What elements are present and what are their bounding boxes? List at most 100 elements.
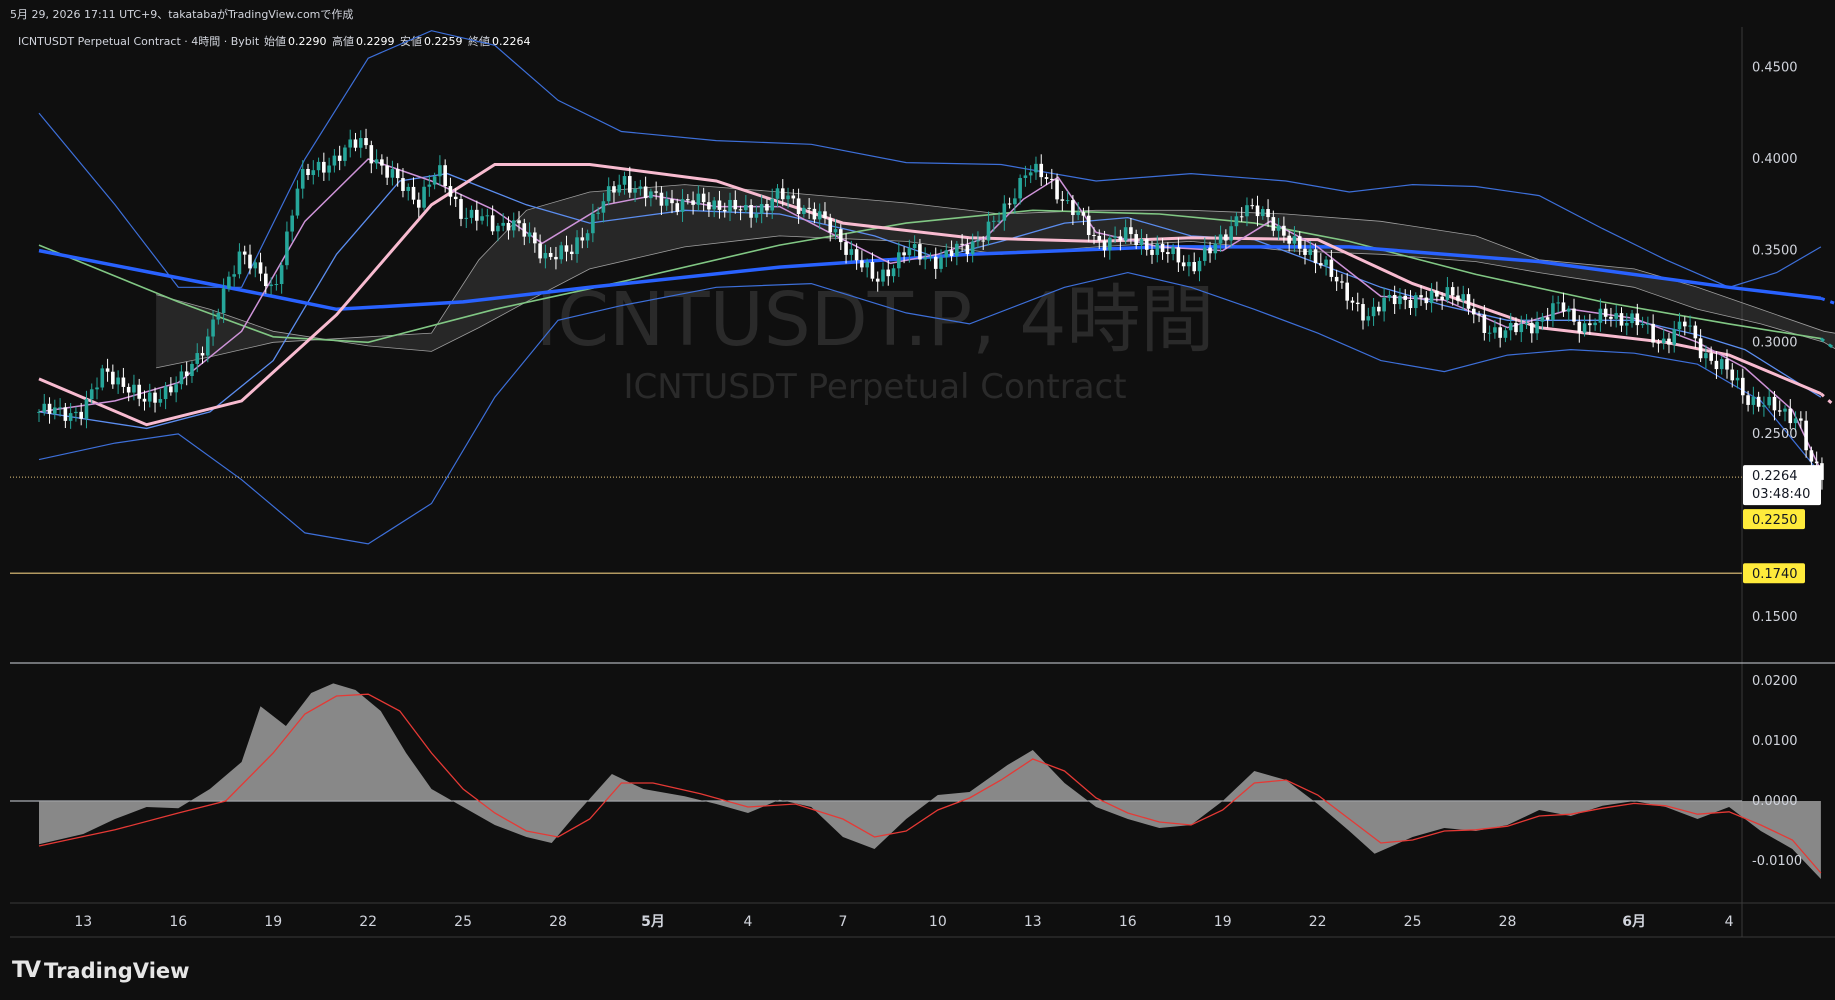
candle-body [1255,205,1260,217]
candle-body [1403,295,1408,300]
candle-body [1192,262,1197,272]
candle-body [385,165,389,178]
candle-body [543,252,548,259]
candle-body [453,196,458,200]
candle-body [353,139,358,148]
candle-body [274,284,279,286]
price-tick-label: 0.4000 [1752,152,1798,167]
candle-body [1382,297,1386,312]
candle-body [1487,332,1492,334]
candle-body [1524,322,1529,325]
candle-body [1092,235,1096,237]
candle-body [1572,308,1576,322]
countdown-timer: 03:48:40 [1752,487,1810,502]
candle-body [163,386,168,400]
time-tick-label: 22 [359,914,377,930]
candle-body [1746,395,1750,405]
candle-body [1234,216,1239,227]
candle-body [1345,282,1349,301]
candle-body [1582,323,1587,333]
candle-body [522,223,527,237]
candle-body [1297,236,1302,249]
candle-body [1002,203,1007,221]
candle-body [1561,302,1566,312]
candle-body [944,250,949,258]
candle-body [1324,259,1328,266]
candle-body [158,399,163,403]
candle-body [227,276,231,289]
chart-canvas[interactable]: ICNTUSDT.P, 4時間 ICNTUSDT Perpetual Contr… [0,0,1835,1000]
candle-body [84,399,89,419]
candle-body [775,188,780,199]
candle-body [981,240,986,242]
candle-body [1007,203,1012,205]
candle-body [1065,200,1070,202]
candle-body [1646,323,1650,325]
candle-body [1413,295,1418,309]
candle-body [759,204,764,214]
candle-body [1588,323,1592,326]
candle-body [1640,323,1645,326]
price-axis[interactable]: 0.4500 0.4000 0.3500 0.3000 0.2500 0.1500 0.22… [1743,60,1821,625]
candle-body [633,188,637,193]
candle-body [627,176,632,193]
candle-body [1535,321,1539,334]
candle-body [427,184,432,187]
candle-body [1018,177,1022,199]
candle-body [332,155,337,166]
candle-body [707,202,711,210]
candle-body [1313,249,1318,264]
candle-body [1661,338,1666,344]
candle-body [1566,308,1571,312]
candle-body [1809,450,1814,462]
candle-body [1741,377,1745,396]
candle-body [337,155,342,161]
time-tick-label: 28 [549,914,567,930]
candle-body [1329,259,1334,277]
candle-body [891,268,896,277]
candle-body [965,244,970,255]
candle-body [976,240,980,242]
time-tick-label: 25 [1404,914,1422,930]
candle-body [675,203,680,212]
time-tick-label: 10 [929,914,947,930]
candle-body [722,209,727,212]
candle-body [1134,234,1138,246]
candle-body [1076,212,1080,216]
candle-body [1751,396,1756,405]
candle [1788,399,1793,430]
candle-body [1013,198,1017,205]
candle-body [1672,329,1677,345]
candle-body [358,138,363,148]
candle-body [738,209,743,211]
candle-body [617,184,622,193]
candle-body [1144,239,1149,250]
candle-body [348,139,353,148]
candle-body [1698,338,1703,359]
candle-body [1060,199,1065,201]
candle-body [907,248,912,256]
candle-body [179,371,184,385]
candle [1783,405,1787,422]
ma-pink-projection [1819,392,1835,409]
candle-body [717,200,722,210]
candle-body [1503,330,1508,338]
candle-body [844,242,848,255]
ohlc-label-1: 高値 [332,34,354,48]
tradingview-logo[interactable]: 𝗧𝗩 TradingView [12,958,190,983]
candle-body [918,244,922,260]
candle-body [649,191,653,199]
candle-body [1762,405,1766,407]
candle-body [438,165,442,177]
candle-body [1028,172,1033,176]
candle-body [506,222,511,231]
candle-body [416,199,421,208]
candle-body [1456,295,1460,301]
candle-body [169,386,173,393]
candle-body [1398,295,1402,305]
candle-body [538,243,542,259]
candle-body [865,262,869,268]
candle-body [1704,353,1708,359]
candle-body [1493,327,1497,333]
candle-body [390,169,395,178]
